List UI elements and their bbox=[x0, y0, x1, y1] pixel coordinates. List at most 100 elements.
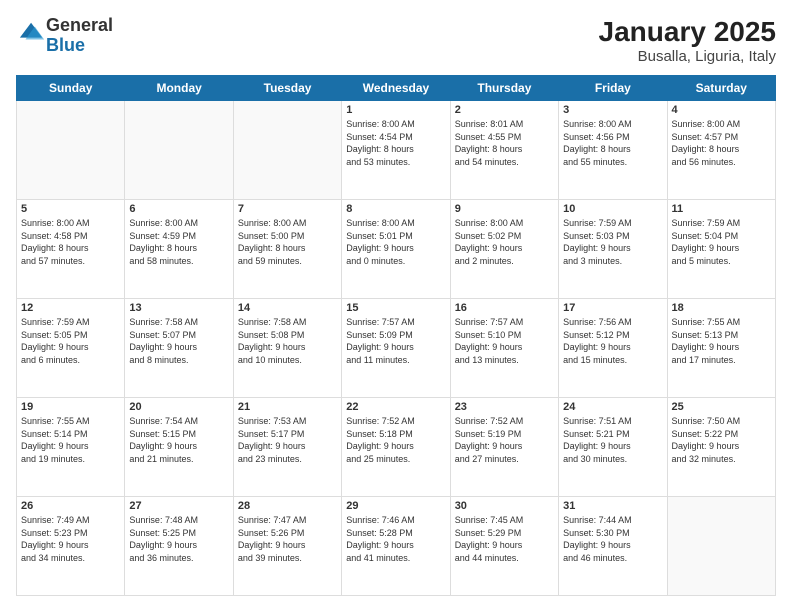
day-info: Sunrise: 7:47 AMSunset: 5:26 PMDaylight:… bbox=[238, 514, 337, 564]
calendar-cell: 1 Sunrise: 8:00 AMSunset: 4:54 PMDaylight… bbox=[342, 101, 450, 200]
calendar-week-row: 26 Sunrise: 7:49 AMSunset: 5:23 PMDayligh… bbox=[17, 497, 776, 596]
day-info: Sunrise: 7:52 AMSunset: 5:19 PMDaylight:… bbox=[455, 415, 554, 465]
weekday-header: Tuesday bbox=[233, 76, 341, 101]
calendar-week-row: 5Sunrise: 8:00 AMSunset: 4:58 PMDaylight… bbox=[17, 200, 776, 299]
calendar-cell bbox=[17, 101, 125, 200]
day-number: 25 bbox=[672, 401, 771, 413]
day-info: Sunrise: 8:00 AMSunset: 4:56 PMDaylight:… bbox=[563, 118, 662, 168]
calendar-cell: 10 Sunrise: 7:59 AMSunset: 5:03 PMDayligh… bbox=[559, 200, 667, 299]
title-block: January 2025 Busalla, Liguria, Italy bbox=[599, 16, 776, 65]
day-number: 24 bbox=[563, 401, 662, 413]
day-info: Sunrise: 7:52 AMSunset: 5:18 PMDaylight:… bbox=[346, 415, 445, 465]
day-number: 19 bbox=[21, 401, 120, 413]
day-number: 14 bbox=[238, 302, 337, 314]
day-info: Sunrise: 8:00 AMSunset: 5:00 PMDaylight:… bbox=[238, 217, 337, 267]
day-number: 16 bbox=[455, 302, 554, 314]
weekday-header: Wednesday bbox=[342, 76, 450, 101]
logo-general-text: General bbox=[46, 15, 113, 35]
calendar-cell: 24 Sunrise: 7:51 AMSunset: 5:21 PMDayligh… bbox=[559, 398, 667, 497]
weekday-header: Friday bbox=[559, 76, 667, 101]
day-info: Sunrise: 8:00 AMSunset: 4:59 PMDaylight:… bbox=[129, 217, 228, 267]
calendar-cell: 4 Sunrise: 8:00 AMSunset: 4:57 PMDaylight… bbox=[667, 101, 775, 200]
day-info: Sunrise: 7:51 AMSunset: 5:21 PMDaylight:… bbox=[563, 415, 662, 465]
day-info: Sunrise: 7:58 AMSunset: 5:08 PMDaylight:… bbox=[238, 316, 337, 366]
day-number: 15 bbox=[346, 302, 445, 314]
weekday-header: Saturday bbox=[667, 76, 775, 101]
calendar-cell: 20 Sunrise: 7:54 AMSunset: 5:15 PMDayligh… bbox=[125, 398, 233, 497]
day-number: 26 bbox=[21, 500, 120, 512]
calendar-cell: 26 Sunrise: 7:49 AMSunset: 5:23 PMDayligh… bbox=[17, 497, 125, 596]
calendar-cell: 23 Sunrise: 7:52 AMSunset: 5:19 PMDayligh… bbox=[450, 398, 558, 497]
calendar-cell: 19 Sunrise: 7:55 AMSunset: 5:14 PMDayligh… bbox=[17, 398, 125, 497]
day-info: Sunrise: 8:00 AMSunset: 4:58 PMDaylight:… bbox=[21, 217, 120, 267]
calendar-cell: 15 Sunrise: 7:57 AMSunset: 5:09 PMDayligh… bbox=[342, 299, 450, 398]
day-info: Sunrise: 7:46 AMSunset: 5:28 PMDaylight:… bbox=[346, 514, 445, 564]
day-number: 1 bbox=[346, 104, 445, 116]
weekday-header: Monday bbox=[125, 76, 233, 101]
day-info: Sunrise: 7:54 AMSunset: 5:15 PMDaylight:… bbox=[129, 415, 228, 465]
calendar-cell bbox=[125, 101, 233, 200]
calendar-cell: 6 Sunrise: 8:00 AMSunset: 4:59 PMDaylight… bbox=[125, 200, 233, 299]
day-info: Sunrise: 8:00 AMSunset: 4:57 PMDaylight:… bbox=[672, 118, 771, 168]
calendar-cell: 18Sunrise: 7:55 AMSunset: 5:13 PMDayligh… bbox=[667, 299, 775, 398]
day-number: 30 bbox=[455, 500, 554, 512]
calendar-cell: 5Sunrise: 8:00 AMSunset: 4:58 PMDaylight… bbox=[17, 200, 125, 299]
day-info: Sunrise: 7:45 AMSunset: 5:29 PMDaylight:… bbox=[455, 514, 554, 564]
calendar-cell: 8 Sunrise: 8:00 AMSunset: 5:01 PMDaylight… bbox=[342, 200, 450, 299]
calendar-cell: 31Sunrise: 7:44 AMSunset: 5:30 PMDayligh… bbox=[559, 497, 667, 596]
day-number: 31 bbox=[563, 500, 662, 512]
day-number: 2 bbox=[455, 104, 554, 116]
calendar-week-row: 12Sunrise: 7:59 AMSunset: 5:05 PMDayligh… bbox=[17, 299, 776, 398]
logo: General Blue bbox=[16, 16, 113, 56]
day-info: Sunrise: 7:56 AMSunset: 5:12 PMDaylight:… bbox=[563, 316, 662, 366]
weekday-header: Thursday bbox=[450, 76, 558, 101]
day-number: 6 bbox=[129, 203, 228, 215]
calendar-cell: 9 Sunrise: 8:00 AMSunset: 5:02 PMDaylight… bbox=[450, 200, 558, 299]
day-number: 29 bbox=[346, 500, 445, 512]
day-number: 7 bbox=[238, 203, 337, 215]
header: General Blue January 2025 Busalla, Ligur… bbox=[16, 16, 776, 65]
day-info: Sunrise: 8:01 AMSunset: 4:55 PMDaylight:… bbox=[455, 118, 554, 168]
calendar-cell: 16Sunrise: 7:57 AMSunset: 5:10 PMDayligh… bbox=[450, 299, 558, 398]
day-number: 20 bbox=[129, 401, 228, 413]
logo-icon bbox=[18, 19, 46, 47]
day-number: 10 bbox=[563, 203, 662, 215]
day-info: Sunrise: 8:00 AMSunset: 4:54 PMDaylight:… bbox=[346, 118, 445, 168]
day-number: 27 bbox=[129, 500, 228, 512]
calendar-cell: 27Sunrise: 7:48 AMSunset: 5:25 PMDayligh… bbox=[125, 497, 233, 596]
day-info: Sunrise: 7:55 AMSunset: 5:14 PMDaylight:… bbox=[21, 415, 120, 465]
calendar-week-row: 1 Sunrise: 8:00 AMSunset: 4:54 PMDaylight… bbox=[17, 101, 776, 200]
day-info: Sunrise: 7:50 AMSunset: 5:22 PMDaylight:… bbox=[672, 415, 771, 465]
day-number: 13 bbox=[129, 302, 228, 314]
calendar-cell: 12Sunrise: 7:59 AMSunset: 5:05 PMDayligh… bbox=[17, 299, 125, 398]
day-number: 3 bbox=[563, 104, 662, 116]
calendar-cell: 2 Sunrise: 8:01 AMSunset: 4:55 PMDaylight… bbox=[450, 101, 558, 200]
calendar-cell: 29 Sunrise: 7:46 AMSunset: 5:28 PMDayligh… bbox=[342, 497, 450, 596]
calendar-subtitle: Busalla, Liguria, Italy bbox=[599, 48, 776, 65]
calendar-cell: 13Sunrise: 7:58 AMSunset: 5:07 PMDayligh… bbox=[125, 299, 233, 398]
calendar-cell: 30 Sunrise: 7:45 AMSunset: 5:29 PMDayligh… bbox=[450, 497, 558, 596]
logo-blue-text: Blue bbox=[46, 35, 85, 55]
day-info: Sunrise: 7:59 AMSunset: 5:04 PMDaylight:… bbox=[672, 217, 771, 267]
calendar-week-row: 19 Sunrise: 7:55 AMSunset: 5:14 PMDayligh… bbox=[17, 398, 776, 497]
day-number: 21 bbox=[238, 401, 337, 413]
day-number: 9 bbox=[455, 203, 554, 215]
page: General Blue January 2025 Busalla, Ligur… bbox=[0, 0, 792, 612]
calendar-cell: 14 Sunrise: 7:58 AMSunset: 5:08 PMDayligh… bbox=[233, 299, 341, 398]
calendar-cell: 3 Sunrise: 8:00 AMSunset: 4:56 PMDaylight… bbox=[559, 101, 667, 200]
day-number: 23 bbox=[455, 401, 554, 413]
day-info: Sunrise: 7:49 AMSunset: 5:23 PMDaylight:… bbox=[21, 514, 120, 564]
day-number: 8 bbox=[346, 203, 445, 215]
weekday-header-row: SundayMondayTuesdayWednesdayThursdayFrid… bbox=[17, 76, 776, 101]
day-number: 11 bbox=[672, 203, 771, 215]
day-info: Sunrise: 8:00 AMSunset: 5:01 PMDaylight:… bbox=[346, 217, 445, 267]
day-number: 4 bbox=[672, 104, 771, 116]
calendar-title: January 2025 bbox=[599, 16, 776, 48]
day-number: 28 bbox=[238, 500, 337, 512]
calendar-cell: 11 Sunrise: 7:59 AMSunset: 5:04 PMDayligh… bbox=[667, 200, 775, 299]
day-info: Sunrise: 8:00 AMSunset: 5:02 PMDaylight:… bbox=[455, 217, 554, 267]
day-info: Sunrise: 7:57 AMSunset: 5:09 PMDaylight:… bbox=[346, 316, 445, 366]
day-info: Sunrise: 7:55 AMSunset: 5:13 PMDaylight:… bbox=[672, 316, 771, 366]
day-info: Sunrise: 7:59 AMSunset: 5:03 PMDaylight:… bbox=[563, 217, 662, 267]
calendar-cell bbox=[233, 101, 341, 200]
